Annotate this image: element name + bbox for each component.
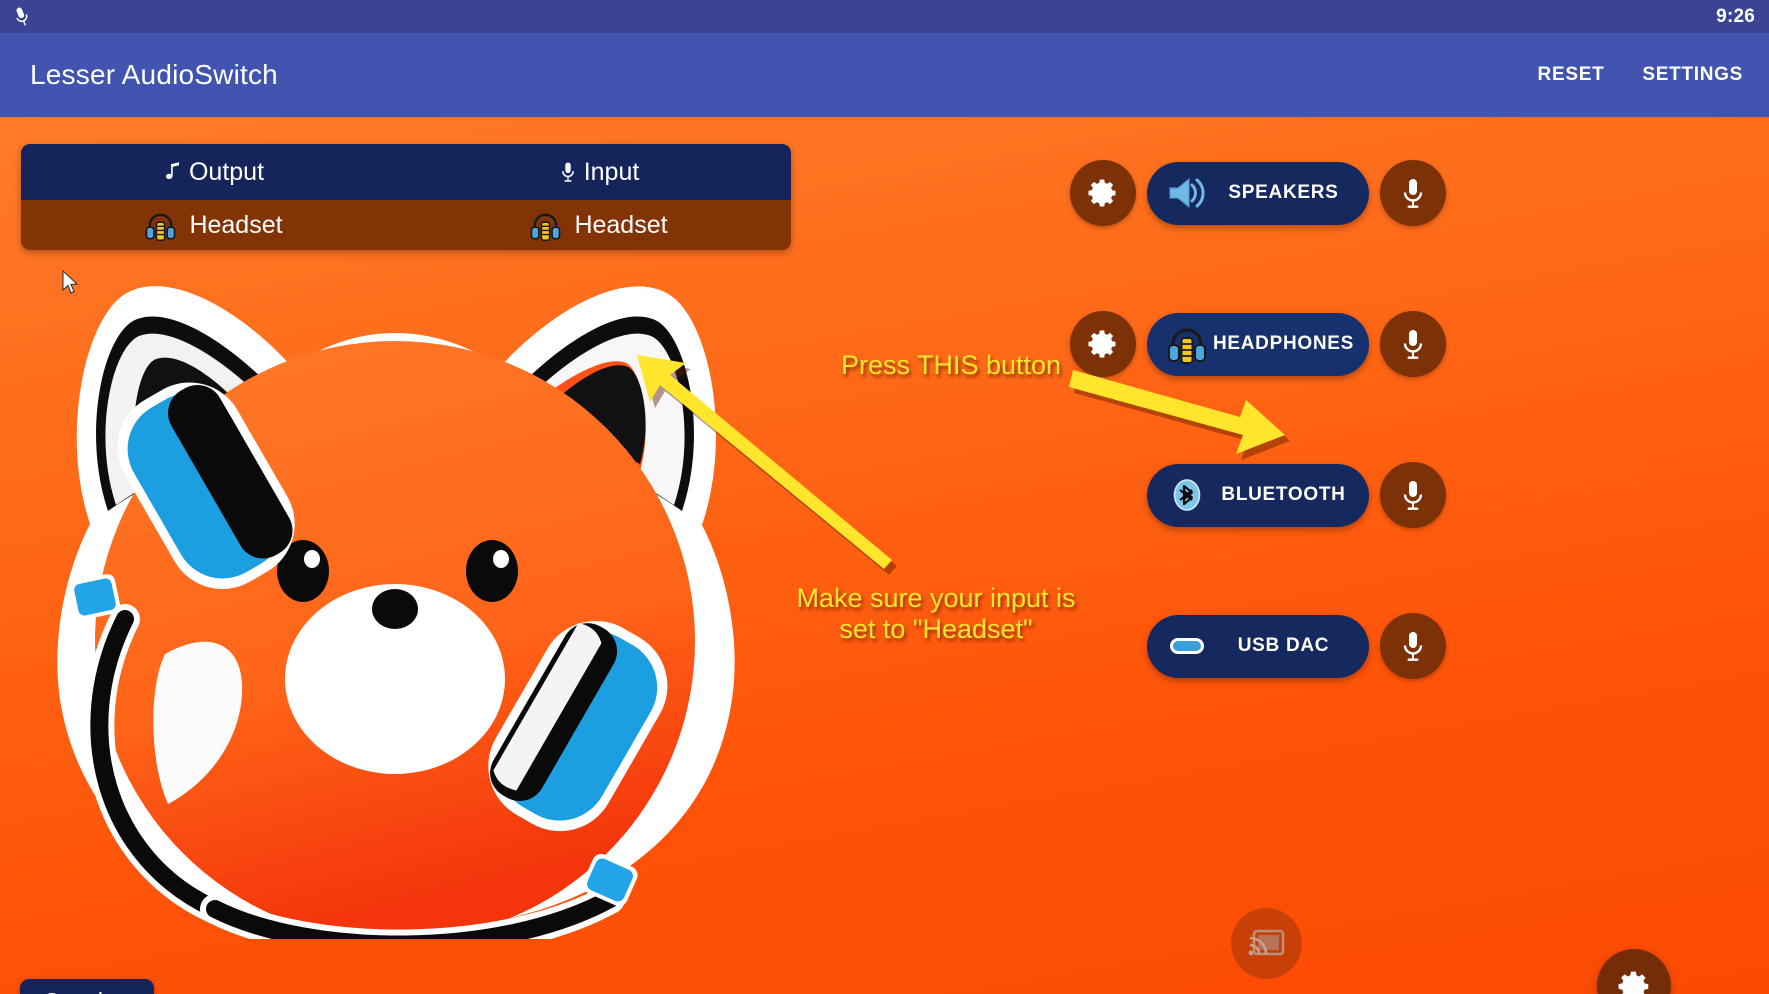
current-device-values: Headset Headset <box>21 200 791 250</box>
microphone-icon <box>1400 629 1426 663</box>
device-button-list: SPEAKERS HEADPHONES BLUETOOTH USB DAC <box>1070 155 1446 684</box>
headset-icon <box>1166 323 1208 365</box>
output-header: Output <box>21 158 406 187</box>
current-device-headers: Output Input <box>21 144 791 200</box>
bluetooth-icon <box>1166 474 1208 516</box>
device-button-headphones-label: HEADPHONES <box>1212 333 1355 354</box>
bluetooth-mic-button[interactable] <box>1380 462 1446 528</box>
device-row-speakers: SPEAKERS <box>1070 155 1446 231</box>
gear-icon <box>1088 178 1118 208</box>
headphones-mic-button[interactable] <box>1380 311 1446 377</box>
current-device-panel: Output Input Headset Headset <box>21 144 791 250</box>
device-row-usb-dac: USB DAC <box>1070 608 1446 684</box>
device-row-headphones: HEADPHONES <box>1070 306 1446 382</box>
headset-icon <box>529 209 562 242</box>
output-value-label: Headset <box>189 210 283 239</box>
cast-icon <box>1248 927 1285 960</box>
device-button-bluetooth-label: BLUETOOTH <box>1221 484 1346 505</box>
usb-dac-gear-placeholder <box>1070 613 1136 679</box>
gear-icon <box>1088 329 1118 359</box>
speakers-gear-button[interactable] <box>1070 160 1136 226</box>
microphone-icon <box>1400 176 1426 210</box>
device-button-speakers[interactable]: SPEAKERS <box>1147 161 1369 225</box>
status-bar-clock: 9:26 <box>1716 5 1755 27</box>
main-content: Output Input Headset Headset SPEAKERS HE… <box>0 117 1769 994</box>
input-value-label: Headset <box>574 210 668 239</box>
microphone-icon <box>1400 478 1426 512</box>
device-button-bluetooth[interactable]: BLUETOOTH <box>1147 463 1369 527</box>
speaker-state-chip: Speaker On <box>20 979 154 994</box>
device-button-usb-dac[interactable]: USB DAC <box>1147 614 1369 678</box>
status-bar: 9:26 <box>0 0 1769 33</box>
input-value: Headset <box>406 209 791 242</box>
reset-button[interactable]: RESET <box>1534 58 1609 92</box>
app-window: 9:26 Lesser AudioSwitch RESET SETTINGS O… <box>0 0 1769 994</box>
input-header: Input <box>406 158 791 187</box>
annotation-press-this-button: Press THIS button <box>840 350 1062 380</box>
device-button-speakers-label: SPEAKERS <box>1228 182 1339 203</box>
usb-dac-mic-button[interactable] <box>1380 613 1446 679</box>
speakers-mic-button[interactable] <box>1380 160 1446 226</box>
cast-button[interactable] <box>1231 908 1302 979</box>
output-value: Headset <box>21 209 406 242</box>
status-bar-left <box>12 5 32 29</box>
input-header-label: Input <box>583 157 640 186</box>
app-bar-actions: RESET SETTINGS <box>1534 58 1747 92</box>
speaker-volume-icon <box>1166 172 1208 214</box>
mouse-cursor <box>62 270 80 296</box>
red-panda-mascot <box>30 259 760 939</box>
headset-icon <box>144 209 177 242</box>
output-header-label: Output <box>188 157 265 186</box>
settings-button[interactable]: SETTINGS <box>1638 58 1747 92</box>
bluetooth-gear-placeholder <box>1070 462 1136 528</box>
device-row-bluetooth: BLUETOOTH <box>1070 457 1446 533</box>
app-bar: Lesser AudioSwitch RESET SETTINGS <box>0 33 1769 117</box>
headphones-gear-button[interactable] <box>1070 311 1136 377</box>
microphone-icon <box>558 161 578 183</box>
speaker-state-title: Speaker <box>20 979 154 994</box>
usb-c-icon <box>1166 625 1208 667</box>
settings-fab-button[interactable] <box>1597 949 1671 994</box>
microphone-icon <box>1400 327 1426 361</box>
device-button-usb-dac-label: USB DAC <box>1237 635 1330 656</box>
music-note-icon <box>163 161 183 183</box>
page-title: Lesser AudioSwitch <box>30 59 278 90</box>
microphone-icon <box>12 5 32 29</box>
annotation-input-headset: Make sure your input is set to "Headset" <box>796 583 1076 644</box>
device-button-headphones[interactable]: HEADPHONES <box>1147 312 1369 376</box>
gear-icon <box>1618 970 1651 994</box>
